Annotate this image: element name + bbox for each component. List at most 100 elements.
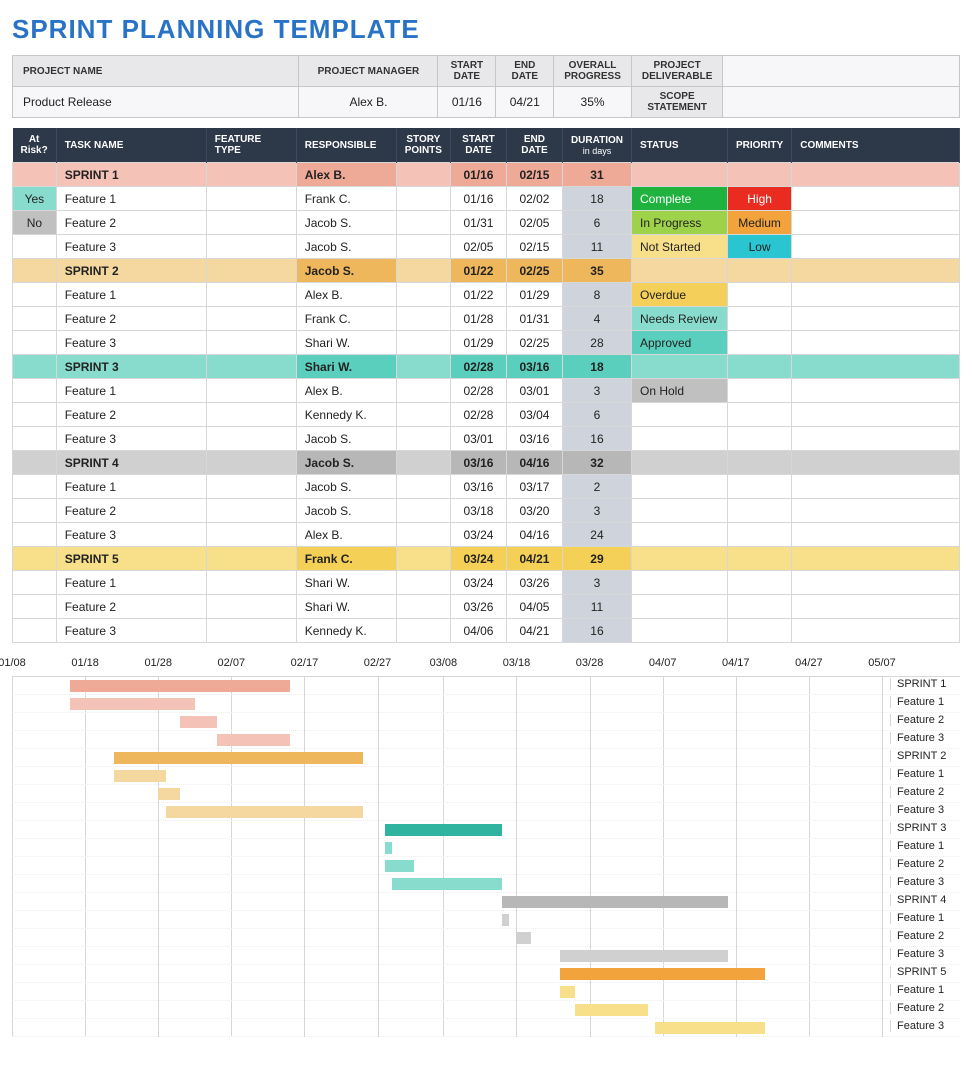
cell[interactable]: No — [13, 211, 57, 235]
cell[interactable]: Shari W. — [296, 595, 396, 619]
cell-project-name[interactable]: Product Release — [13, 87, 299, 118]
cell[interactable]: 01/22 — [450, 259, 506, 283]
cell[interactable]: Feature 3 — [56, 619, 206, 643]
cell[interactable] — [13, 571, 57, 595]
cell[interactable] — [206, 307, 296, 331]
cell[interactable] — [396, 451, 450, 475]
cell[interactable]: Feature 1 — [56, 475, 206, 499]
cell[interactable] — [727, 451, 791, 475]
cell[interactable] — [206, 523, 296, 547]
cell[interactable]: 03/24 — [450, 571, 506, 595]
cell[interactable] — [13, 307, 57, 331]
cell[interactable]: Kennedy K. — [296, 403, 396, 427]
cell[interactable]: SPRINT 1 — [56, 163, 206, 187]
cell[interactable]: 04/16 — [506, 523, 562, 547]
cell[interactable] — [396, 211, 450, 235]
cell[interactable]: 28 — [562, 331, 631, 355]
cell[interactable] — [631, 427, 727, 451]
cell[interactable]: Feature 3 — [56, 427, 206, 451]
cell[interactable]: 03/26 — [506, 571, 562, 595]
cell[interactable]: 02/05 — [450, 235, 506, 259]
cell[interactable]: 01/22 — [450, 283, 506, 307]
cell[interactable] — [727, 523, 791, 547]
cell[interactable]: 16 — [562, 427, 631, 451]
cell[interactable]: 02/25 — [506, 259, 562, 283]
cell[interactable] — [396, 595, 450, 619]
cell[interactable]: Frank C. — [296, 187, 396, 211]
cell[interactable] — [792, 571, 960, 595]
cell[interactable]: 24 — [562, 523, 631, 547]
sprint-row[interactable]: SPRINT 4Jacob S.03/1604/1632 — [13, 451, 960, 475]
cell[interactable]: Feature 2 — [56, 211, 206, 235]
cell[interactable]: 2 — [562, 475, 631, 499]
cell[interactable]: Alex B. — [296, 283, 396, 307]
cell[interactable]: Frank C. — [296, 307, 396, 331]
cell[interactable] — [206, 331, 296, 355]
cell[interactable] — [792, 547, 960, 571]
cell[interactable] — [727, 595, 791, 619]
cell[interactable] — [396, 379, 450, 403]
cell[interactable] — [727, 259, 791, 283]
cell[interactable]: Feature 3 — [56, 235, 206, 259]
cell[interactable]: Feature 3 — [56, 331, 206, 355]
cell[interactable] — [792, 163, 960, 187]
cell[interactable]: 4 — [562, 307, 631, 331]
cell[interactable] — [13, 259, 57, 283]
cell[interactable]: 03/01 — [506, 379, 562, 403]
cell[interactable] — [206, 235, 296, 259]
cell[interactable]: Shari W. — [296, 571, 396, 595]
cell[interactable] — [792, 451, 960, 475]
cell[interactable]: 11 — [562, 235, 631, 259]
cell[interactable] — [727, 307, 791, 331]
cell[interactable]: 31 — [562, 163, 631, 187]
task-row[interactable]: NoFeature 2Jacob S.01/3102/056In Progres… — [13, 211, 960, 235]
cell[interactable] — [792, 619, 960, 643]
cell[interactable]: Feature 2 — [56, 595, 206, 619]
cell[interactable] — [631, 355, 727, 379]
cell[interactable]: Yes — [13, 187, 57, 211]
cell[interactable] — [206, 211, 296, 235]
cell[interactable]: SPRINT 5 — [56, 547, 206, 571]
cell[interactable] — [206, 619, 296, 643]
cell[interactable]: Jacob S. — [296, 451, 396, 475]
cell[interactable]: Alex B. — [296, 523, 396, 547]
cell[interactable]: Shari W. — [296, 355, 396, 379]
cell[interactable]: 32 — [562, 451, 631, 475]
cell[interactable] — [206, 259, 296, 283]
cell[interactable]: 03/17 — [506, 475, 562, 499]
cell[interactable] — [792, 595, 960, 619]
cell[interactable]: Jacob S. — [296, 499, 396, 523]
cell[interactable]: 6 — [562, 403, 631, 427]
task-row[interactable]: Feature 1Alex B.01/2201/298Overdue — [13, 283, 960, 307]
cell[interactable] — [206, 571, 296, 595]
cell[interactable] — [206, 595, 296, 619]
cell[interactable] — [631, 163, 727, 187]
sprint-row[interactable]: SPRINT 5Frank C.03/2404/2129 — [13, 547, 960, 571]
cell[interactable]: 03/26 — [450, 595, 506, 619]
cell[interactable] — [792, 211, 960, 235]
cell[interactable]: 03/04 — [506, 403, 562, 427]
cell[interactable]: Feature 1 — [56, 187, 206, 211]
cell[interactable] — [631, 547, 727, 571]
cell[interactable]: Alex B. — [296, 379, 396, 403]
cell[interactable] — [13, 619, 57, 643]
cell[interactable] — [13, 475, 57, 499]
cell[interactable] — [792, 427, 960, 451]
cell[interactable] — [727, 547, 791, 571]
cell[interactable] — [13, 235, 57, 259]
cell[interactable] — [396, 331, 450, 355]
cell[interactable]: In Progress — [631, 211, 727, 235]
cell[interactable] — [631, 619, 727, 643]
cell[interactable] — [631, 571, 727, 595]
cell-scope[interactable] — [723, 87, 960, 118]
cell[interactable]: Not Started — [631, 235, 727, 259]
cell[interactable]: Alex B. — [296, 163, 396, 187]
task-row[interactable]: Feature 2Shari W.03/2604/0511 — [13, 595, 960, 619]
cell[interactable]: Jacob S. — [296, 427, 396, 451]
cell[interactable] — [396, 187, 450, 211]
cell[interactable] — [631, 403, 727, 427]
cell[interactable] — [792, 379, 960, 403]
cell[interactable]: 01/29 — [450, 331, 506, 355]
cell[interactable] — [792, 259, 960, 283]
cell[interactable]: 01/28 — [450, 307, 506, 331]
